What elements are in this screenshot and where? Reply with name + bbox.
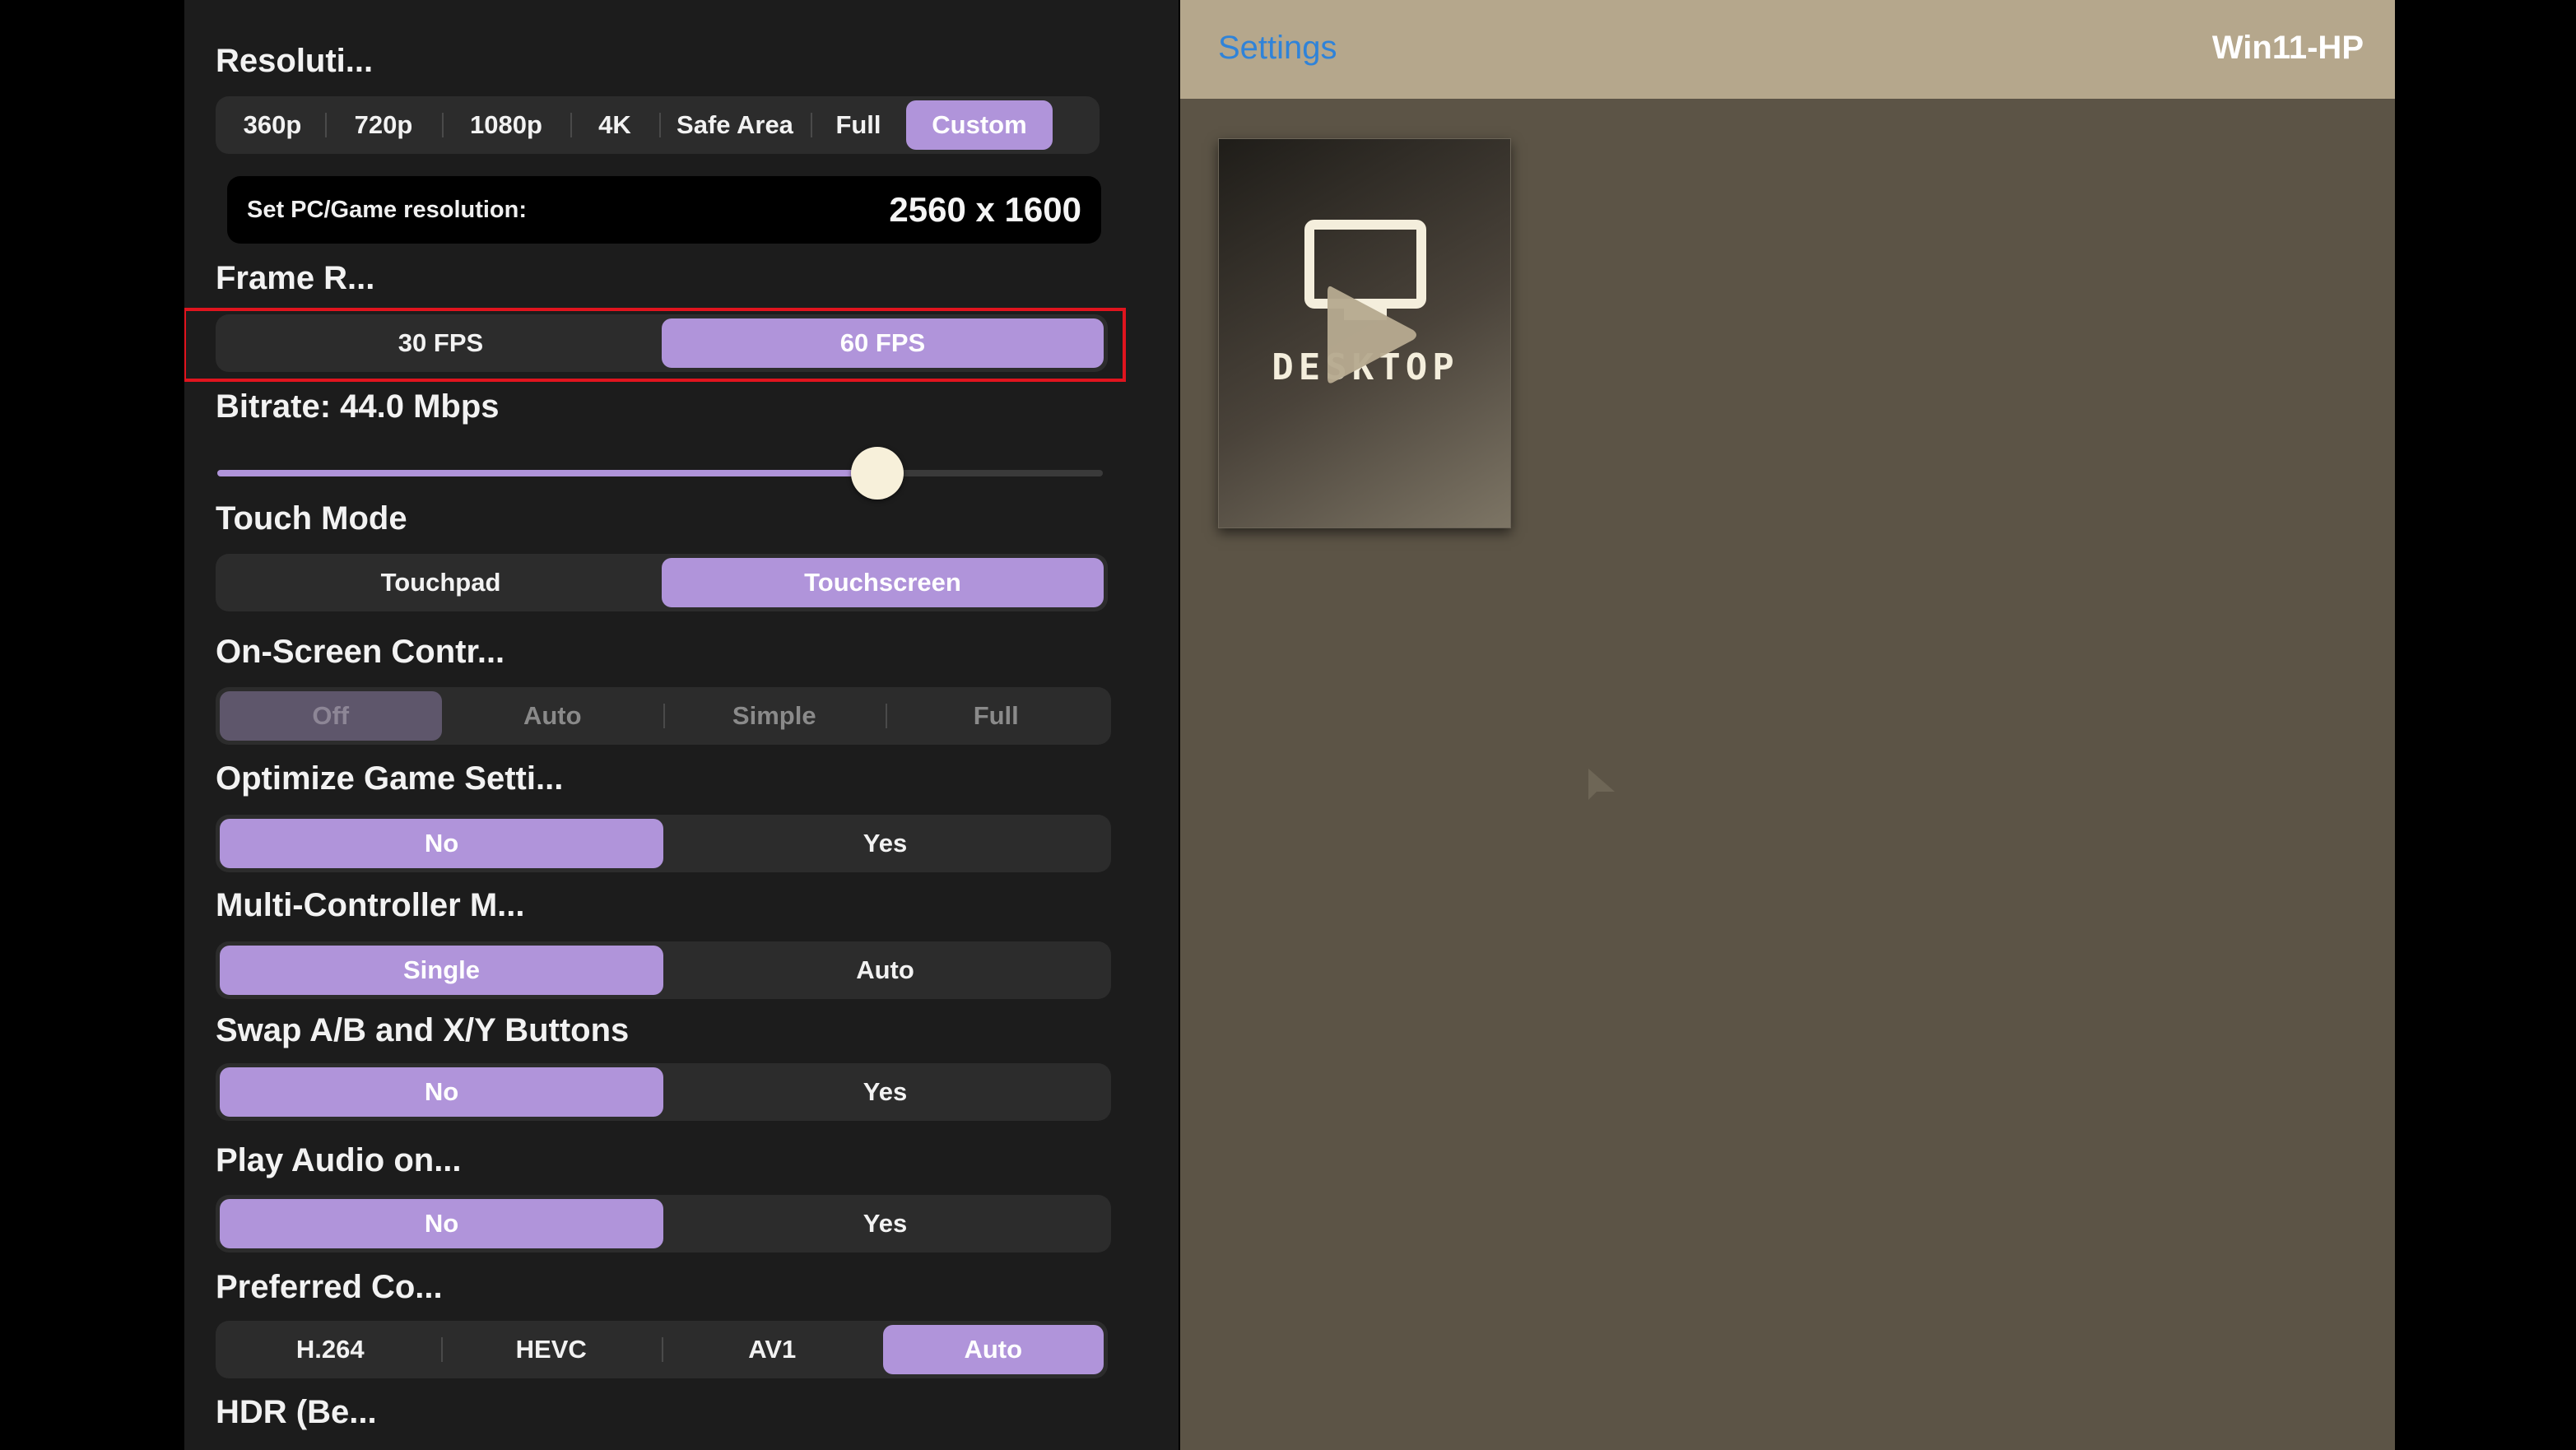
navigation-bar: Settings Win11-HP <box>1180 0 2395 99</box>
play-icon[interactable] <box>1316 277 1423 393</box>
resolution-option-720p[interactable]: 720p <box>325 100 442 150</box>
resolution-title: Resoluti... <box>216 43 374 79</box>
on-screen-controls-title: On-Screen Contr... <box>216 634 505 670</box>
touch-mode-option-touchscreen[interactable]: Touchscreen <box>662 558 1104 607</box>
bitrate-title: Bitrate: 44.0 Mbps <box>216 388 500 425</box>
preferred-codec-selector: H.264 HEVC AV1 Auto <box>216 1321 1108 1378</box>
multi-controller-option-auto[interactable]: Auto <box>663 946 1107 995</box>
on-screen-controls-option-full[interactable]: Full <box>885 691 1108 741</box>
screen: Resoluti... 360p 720p 1080p 4K Safe Area Full… <box>0 0 2576 1450</box>
resolution-option-360p[interactable]: 360p <box>220 100 325 150</box>
touch-mode-selector: Touchpad Touchscreen <box>216 554 1108 611</box>
hdr-title: HDR (Be... <box>216 1394 377 1430</box>
settings-back-button[interactable]: Settings <box>1218 30 1337 67</box>
resolution-option-safe-area[interactable]: Safe Area <box>659 100 811 150</box>
swap-buttons-selector: No Yes <box>216 1063 1111 1121</box>
resolution-option-1080p[interactable]: 1080p <box>442 100 570 150</box>
play-audio-option-no[interactable]: No <box>220 1199 663 1248</box>
multi-controller-title: Multi-Controller M... <box>216 887 525 923</box>
preferred-codec-option-hevc[interactable]: HEVC <box>440 1325 663 1374</box>
custom-resolution-value[interactable]: 2560 x 1600 <box>889 190 1081 230</box>
multi-controller-option-single[interactable]: Single <box>220 946 663 995</box>
resolution-option-custom[interactable]: Custom <box>906 100 1053 150</box>
touch-mode-option-touchpad[interactable]: Touchpad <box>220 558 662 607</box>
bitrate-slider[interactable] <box>217 447 1103 500</box>
resolution-option-full[interactable]: Full <box>811 100 906 150</box>
swap-buttons-title: Swap A/B and X/Y Buttons <box>216 1012 630 1048</box>
multi-controller-selector: Single Auto <box>216 941 1111 999</box>
optimize-game-settings-title: Optimize Game Setti... <box>216 760 564 797</box>
on-screen-controls-option-simple[interactable]: Simple <box>663 691 886 741</box>
preferred-codec-option-av1[interactable]: AV1 <box>662 1325 883 1374</box>
resolution-option-4k[interactable]: 4K <box>570 100 659 150</box>
app-library-pane: Settings Win11-HP DESKTOP <box>1180 0 2395 1450</box>
host-title: Win11-HP <box>2211 30 2364 66</box>
mouse-cursor-icon <box>1588 769 1615 800</box>
bitrate-slider-knob[interactable] <box>850 447 904 500</box>
optimize-game-settings-option-no[interactable]: No <box>220 819 663 868</box>
custom-resolution-field[interactable]: Set PC/Game resolution: 2560 x 1600 <box>227 176 1101 244</box>
play-audio-selector: No Yes <box>216 1195 1111 1252</box>
swap-buttons-option-no[interactable]: No <box>220 1067 663 1117</box>
preferred-codec-option-auto[interactable]: Auto <box>882 1325 1104 1374</box>
on-screen-controls-option-off[interactable]: Off <box>220 691 442 741</box>
preferred-codec-option-h-264[interactable]: H.264 <box>220 1325 441 1374</box>
swap-buttons-option-yes[interactable]: Yes <box>663 1067 1107 1117</box>
stream-settings-panel[interactable]: Resoluti... 360p 720p 1080p 4K Safe Area Full… <box>184 0 1179 1450</box>
bitrate-slider-fill <box>217 470 877 476</box>
preferred-codec-title: Preferred Co... <box>216 1269 443 1305</box>
optimize-game-settings-selector: No Yes <box>216 815 1111 872</box>
desktop-app-tile[interactable]: DESKTOP <box>1218 138 1511 528</box>
play-audio-option-yes[interactable]: Yes <box>663 1199 1107 1248</box>
on-screen-controls-option-auto[interactable]: Auto <box>442 691 664 741</box>
custom-resolution-label: Set PC/Game resolution: <box>247 196 528 223</box>
on-screen-controls-selector: Off Auto Simple Full <box>216 687 1111 745</box>
resolution-selector: 360p 720p 1080p 4K Safe Area Full Custom <box>216 96 1100 154</box>
frame-rate-highlight-box <box>184 308 1126 382</box>
frame-rate-title: Frame R... <box>216 260 375 296</box>
touch-mode-title: Touch Mode <box>216 500 407 537</box>
optimize-game-settings-option-yes[interactable]: Yes <box>663 819 1107 868</box>
play-audio-title: Play Audio on... <box>216 1142 462 1178</box>
